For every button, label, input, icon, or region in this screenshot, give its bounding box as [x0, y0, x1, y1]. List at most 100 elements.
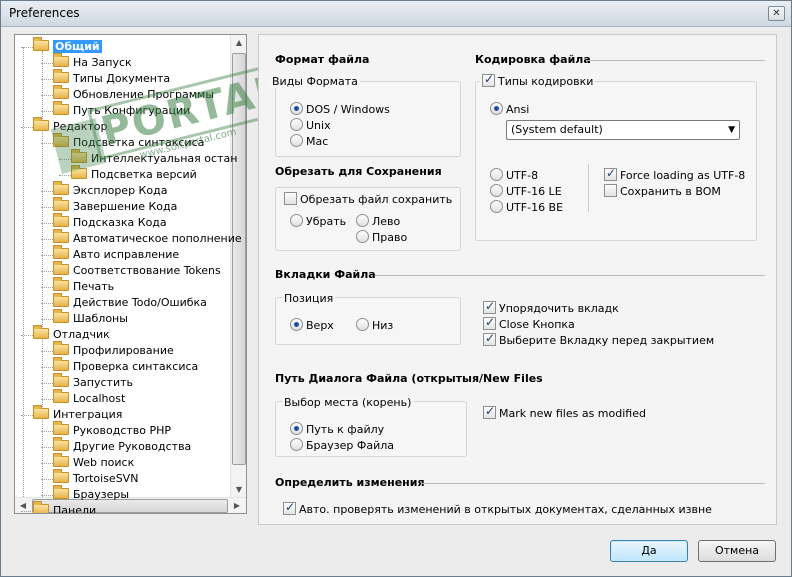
radio-trim-remove[interactable]: Убрать — [290, 214, 346, 228]
tree-item[interactable]: Интеграция — [33, 405, 122, 423]
trim-checkbox[interactable]: Обрезать файл сохранить — [284, 192, 452, 206]
folder-icon — [53, 101, 69, 115]
sort-tabs-checkbox[interactable]: Упорядочить вкладк — [483, 299, 619, 315]
close-button-checkbox[interactable]: Close Кнопка — [483, 315, 575, 331]
checkbox-icon[interactable] — [604, 166, 617, 181]
checkbox-icon[interactable] — [604, 184, 617, 197]
radio-icon[interactable] — [290, 118, 303, 131]
checkbox-icon[interactable] — [483, 299, 496, 314]
radio-position-top[interactable]: Верх — [290, 318, 334, 332]
tree-item[interactable]: Обновление Программы — [53, 85, 214, 103]
checkbox-icon[interactable] — [283, 500, 296, 515]
tree-item[interactable]: Отладчик — [33, 325, 110, 343]
category-tree[interactable]: ▲ ▼ ◀ ▶ Общий На Запуск Типы Документа Обно… — [14, 34, 247, 514]
radio-icon[interactable] — [356, 230, 369, 243]
tree-item[interactable]: Запустить — [53, 373, 133, 391]
radio-trim-right[interactable]: Право — [356, 230, 407, 244]
tree-item[interactable]: Подсветка версий — [71, 165, 197, 183]
format-group-title: Виды Формата — [270, 75, 360, 88]
tree-item[interactable]: Типы Документа — [53, 69, 170, 87]
tree-item[interactable]: Подсказка Кода — [53, 213, 167, 231]
radio-icon[interactable] — [290, 438, 303, 451]
radio-utf16-le[interactable]: UTF-16 LE — [490, 184, 562, 198]
radio-icon[interactable] — [490, 102, 503, 115]
tree-connector — [41, 207, 53, 208]
radio-path-to-file[interactable]: Путь к файлу — [290, 422, 384, 436]
tree-item[interactable]: Печать — [53, 277, 114, 295]
tree-connector — [41, 223, 53, 224]
radio-icon[interactable] — [356, 214, 369, 227]
tree-item[interactable]: Автоматическое пополнение — [53, 229, 242, 247]
radio-file-browser[interactable]: Браузер Файла — [290, 438, 394, 452]
cancel-button[interactable]: Отмена — [698, 540, 776, 562]
checkbox-icon[interactable] — [284, 192, 297, 205]
checkbox-icon[interactable] — [483, 404, 496, 419]
tree-item[interactable]: Проверка синтаксиса — [53, 357, 198, 375]
radio-ansi[interactable]: Ansi — [490, 102, 529, 116]
mark-modified-checkbox[interactable]: Mark new files as modified — [483, 404, 646, 420]
chevron-down-icon[interactable]: ▼ — [728, 121, 735, 139]
tree-item[interactable]: Редактор — [33, 117, 108, 135]
radio-icon[interactable] — [490, 168, 503, 181]
checkbox-icon[interactable] — [483, 315, 496, 330]
force-utf8-checkbox[interactable]: Force loading as UTF-8 — [604, 166, 745, 182]
ok-button[interactable]: Да — [610, 540, 688, 562]
scroll-thumb[interactable] — [232, 53, 246, 465]
tree-connector — [41, 143, 53, 144]
tree-item[interactable]: Профилирование — [53, 341, 174, 359]
folder-icon — [53, 53, 69, 67]
radio-utf8[interactable]: UTF-8 — [490, 168, 538, 182]
tree-item[interactable]: На Запуск — [53, 53, 132, 71]
radio-position-bottom[interactable]: Низ — [356, 318, 393, 332]
tree-vertical-scrollbar[interactable]: ▲ ▼ — [230, 35, 246, 498]
radio-icon[interactable] — [356, 318, 369, 331]
encoding-types-checkbox[interactable]: Типы кодировки — [480, 72, 596, 88]
save-bom-checkbox[interactable]: Сохранить в BOM — [604, 184, 721, 198]
auto-detect-checkbox[interactable]: Авто. проверять изменений в открытых док… — [283, 500, 712, 516]
title-bar[interactable]: Preferences ✕ — [1, 1, 791, 27]
encoding-select[interactable]: (System default) ▼ — [506, 120, 740, 140]
scroll-right-icon[interactable]: ▶ — [229, 498, 245, 513]
close-button[interactable]: ✕ — [768, 6, 785, 21]
select-tab-before-close-checkbox[interactable]: Выберите Вкладку перед закрытием — [483, 331, 714, 347]
tree-item[interactable]: Другие Руководства — [53, 437, 191, 455]
radio-icon[interactable] — [290, 102, 303, 115]
tree-item[interactable]: Localhost — [53, 389, 125, 407]
tree-item[interactable]: Эксплорер Кода — [53, 181, 167, 199]
dialog-path-group: Выбор места (корень) Путь к файлу Браузе… — [275, 396, 467, 457]
tree-connector — [41, 479, 53, 480]
radio-icon[interactable] — [290, 422, 303, 435]
tree-item[interactable]: Web поиск — [53, 453, 134, 471]
tree-item[interactable]: Общий — [33, 37, 102, 55]
tree-connector — [41, 63, 53, 64]
tree-item[interactable]: TortoiseSVN — [53, 469, 138, 487]
radio-dos-windows[interactable]: DOS / Windows — [290, 102, 390, 116]
tree-item[interactable]: Панели — [33, 501, 96, 513]
tree-item[interactable]: Завершение Кода — [53, 197, 177, 215]
tree-guide — [23, 47, 24, 507]
radio-icon[interactable] — [290, 214, 303, 227]
encoding-separator — [588, 164, 589, 212]
checkbox-icon[interactable] — [482, 72, 495, 87]
tree-item[interactable]: Шаблоны — [53, 309, 128, 327]
tree-item[interactable]: Авто исправление — [53, 245, 179, 263]
tree-item[interactable]: Интеллектуальная остан — [71, 149, 237, 167]
tree-item[interactable]: Соответствование Tokens — [53, 261, 221, 279]
radio-icon[interactable] — [290, 318, 303, 331]
tree-item[interactable]: Браузеры — [53, 485, 129, 503]
tree-connector — [41, 319, 53, 320]
checkbox-icon[interactable] — [483, 331, 496, 346]
tree-item[interactable]: Действие Todo/Ошибка — [53, 293, 207, 311]
radio-icon[interactable] — [290, 134, 303, 147]
radio-icon[interactable] — [490, 200, 503, 213]
radio-utf16-be[interactable]: UTF-16 BE — [490, 200, 563, 214]
new-files-heading: New Files — [483, 372, 543, 385]
radio-icon[interactable] — [490, 184, 503, 197]
scroll-up-icon[interactable]: ▲ — [231, 35, 246, 51]
radio-trim-left[interactable]: Лево — [356, 214, 400, 228]
scroll-down-icon[interactable]: ▼ — [231, 482, 246, 498]
radio-mac[interactable]: Mac — [290, 134, 328, 148]
radio-unix[interactable]: Unix — [290, 118, 331, 132]
tree-item[interactable]: Путь Конфигурации — [53, 101, 190, 119]
tree-item[interactable]: Руководство PHP — [53, 421, 171, 439]
